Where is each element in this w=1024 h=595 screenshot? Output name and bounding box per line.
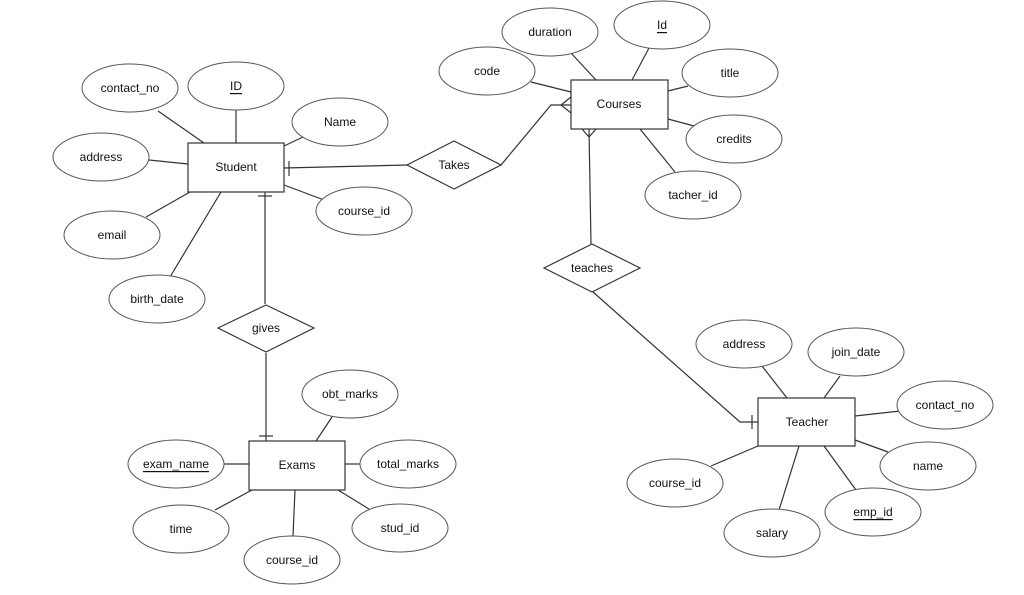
attribute-courses-title[interactable]: title (681, 48, 779, 98)
attribute-label: title (721, 66, 740, 80)
attribute-courses-code[interactable]: code (438, 46, 536, 96)
connector-student-address (148, 159, 189, 165)
connector-courses-credits (667, 118, 695, 127)
connector-courses-tacher-id (639, 128, 676, 173)
connector-exams-course-id (292, 489, 296, 537)
attribute-label: credits (716, 132, 751, 146)
attribute-label: email (98, 228, 127, 242)
connector-student-course-id (283, 184, 325, 201)
attribute-label: contact_no (916, 398, 975, 412)
attribute-label: address (723, 337, 766, 351)
attribute-exams-course-id[interactable]: course_id (243, 535, 341, 585)
attribute-label: course_id (266, 553, 318, 567)
connector-student-birth-date (169, 191, 222, 278)
entity-courses[interactable]: Courses (570, 79, 669, 130)
connector-courses-duration (570, 52, 597, 81)
attribute-student-contact-no[interactable]: contact_no (81, 63, 179, 113)
entity-label: Student (215, 160, 257, 174)
attribute-label: join_date (831, 345, 881, 359)
relationship-takes[interactable]: Takes (405, 140, 503, 190)
entity-label: Courses (597, 97, 642, 111)
relationship-label: teaches (571, 261, 613, 275)
relationship-label: gives (252, 321, 280, 335)
attribute-student-course-id[interactable]: course_id (315, 186, 413, 236)
attribute-label: obt_marks (322, 387, 378, 401)
attribute-student-email[interactable]: email (63, 210, 161, 260)
primary-key-label: exam_name (143, 457, 209, 471)
connector-teacher-name (854, 439, 889, 453)
entity-label: Teacher (786, 415, 829, 429)
connector-courses-title (667, 85, 689, 92)
entity-label: Exams (279, 458, 316, 472)
attribute-label: tacher_id (668, 188, 717, 202)
attribute-teacher-address[interactable]: address (695, 319, 793, 369)
attribute-teacher-contact-no[interactable]: contact_no (896, 380, 994, 430)
attribute-teacher-course-id[interactable]: course_id (626, 458, 724, 508)
attribute-label: total_marks (377, 457, 439, 471)
connector-exams-stud-id (337, 489, 370, 510)
attribute-student-birth-date[interactable]: birth_date (108, 274, 206, 324)
attribute-exams-stud-id[interactable]: stud_id (351, 503, 449, 553)
relationship-teaches[interactable]: teaches (542, 243, 642, 293)
relationship-gives[interactable]: gives (216, 304, 316, 353)
attribute-label: duration (528, 25, 571, 39)
attribute-teacher-name[interactable]: name (879, 441, 977, 491)
entity-teacher[interactable]: Teacher (757, 397, 856, 447)
attribute-label: birth_date (130, 292, 184, 306)
attribute-courses-credits[interactable]: credits (685, 114, 783, 164)
connector-courses-id (631, 47, 650, 81)
attribute-label: salary (756, 526, 788, 540)
entity-exams[interactable]: Exams (248, 440, 346, 491)
attribute-teacher-join-date[interactable]: join_date (807, 327, 905, 377)
attribute-courses-duration[interactable]: duration (501, 7, 599, 57)
attribute-label: code (474, 64, 500, 78)
connector-student-name (283, 136, 304, 147)
primary-key-label: ID (230, 79, 242, 93)
attribute-exams-exam-name[interactable]: exam_name (127, 439, 225, 489)
er-diagram: Student contact_no ID Name address email… (52, 0, 994, 585)
attribute-label: contact_no (101, 81, 160, 95)
attribute-exams-time[interactable]: time (132, 504, 230, 554)
connector-teacher-emp-id (823, 445, 857, 491)
entity-student[interactable]: Student (187, 142, 285, 193)
attribute-label: course_id (338, 204, 390, 218)
attribute-courses-id[interactable]: Id (613, 0, 711, 50)
connector-exams-obt-marks (315, 416, 333, 442)
connector-teacher-join-date (823, 375, 841, 399)
attribute-student-address[interactable]: address (52, 132, 150, 182)
primary-key-label: Id (657, 18, 667, 32)
attribute-label: Name (324, 115, 356, 129)
attribute-teacher-emp-id[interactable]: emp_id (824, 487, 922, 537)
connector-student-email (145, 191, 191, 218)
attribute-label: address (80, 150, 123, 164)
attribute-student-name[interactable]: Name (291, 97, 389, 147)
attribute-label: stud_id (381, 521, 420, 535)
connector-teacher-contact-no (854, 410, 901, 417)
attribute-label: course_id (649, 476, 701, 490)
relationship-label: Takes (438, 158, 469, 172)
connector-courses-code (530, 81, 572, 93)
connector-teacher-salary (778, 445, 800, 511)
attribute-teacher-salary[interactable]: salary (723, 508, 821, 558)
primary-key-label: emp_id (853, 505, 892, 519)
connector-student-contact-no (157, 110, 205, 144)
attribute-label: name (913, 459, 943, 473)
attribute-courses-tacher-id[interactable]: tacher_id (644, 170, 742, 220)
connector-exams-time (214, 489, 253, 511)
connector-courses-teaches (588, 128, 592, 245)
connector-teacher-address (761, 365, 788, 399)
connector-teacher-course-id (710, 445, 759, 467)
connector-takes-courses (500, 104, 571, 166)
attribute-exams-obt-marks[interactable]: obt_marks (301, 369, 399, 419)
attribute-student-id[interactable]: ID (187, 61, 285, 111)
connector-student-takes (283, 164, 408, 169)
attribute-exams-total-marks[interactable]: total_marks (359, 439, 457, 489)
attribute-label: time (170, 522, 193, 536)
